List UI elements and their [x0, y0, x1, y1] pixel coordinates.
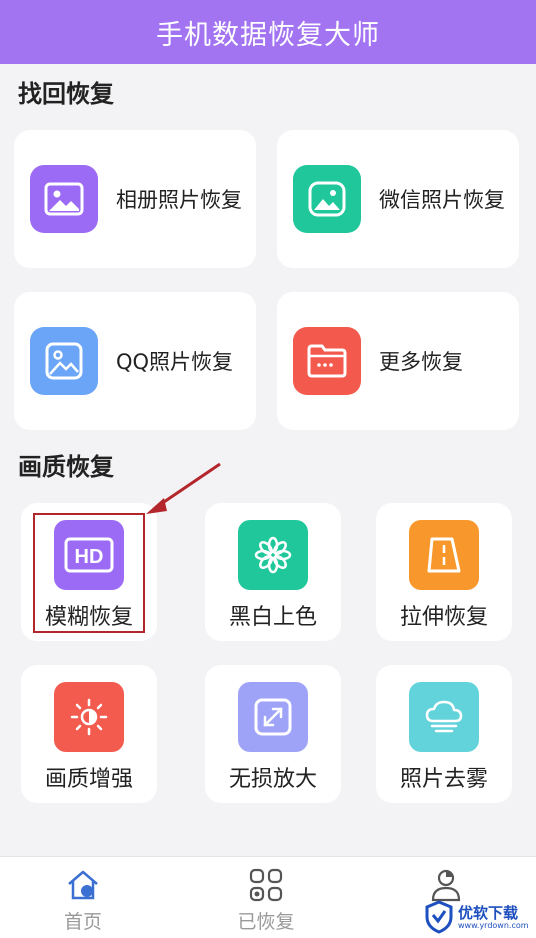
brightness-icon: [54, 682, 124, 752]
nav-home[interactable]: 首页: [13, 857, 153, 938]
card-label: 照片去雾: [399, 767, 488, 792]
wechat-photo-recover-card[interactable]: 微信照片恢复: [277, 130, 519, 268]
watermark-logo: 优软下载 www.yrdown.com: [424, 896, 536, 938]
album-photo-icon: [30, 165, 98, 233]
nav-recovered[interactable]: 已恢复: [196, 857, 336, 938]
expand-icon: [238, 682, 308, 752]
watermark-text: 优软下载: [458, 903, 519, 922]
card-label: 相册照片恢复: [116, 188, 242, 212]
wechat-photo-icon: [293, 165, 361, 233]
flower-icon: [238, 520, 308, 590]
lossless-enlarge-card[interactable]: 无损放大: [205, 665, 341, 803]
annotation-arrow: [146, 462, 221, 514]
watermark-url: www.yrdown.com: [458, 920, 529, 930]
stretch-recover-card[interactable]: 拉伸恢复: [376, 503, 512, 641]
app-title: 手机数据恢复大师: [156, 19, 380, 51]
card-label: QQ照片恢复: [116, 350, 234, 374]
more-recover-card[interactable]: 更多恢复: [277, 292, 519, 430]
qq-photo-recover-card[interactable]: QQ照片恢复: [14, 292, 256, 430]
stretch-icon: [409, 520, 479, 590]
colorize-card[interactable]: 黑白上色: [205, 503, 341, 641]
qq-photo-icon: [30, 327, 98, 395]
album-photo-recover-card[interactable]: 相册照片恢复: [14, 130, 256, 268]
nav-label: 已恢复: [237, 911, 295, 933]
folder-icon: [293, 327, 361, 395]
home-icon: [68, 870, 98, 900]
grid-icon: [249, 868, 283, 902]
card-label: 更多恢复: [379, 350, 463, 374]
cloud-icon: [409, 682, 479, 752]
card-label: 无损放大: [228, 767, 317, 792]
highlight-box: [33, 513, 145, 633]
nav-label: 首页: [63, 911, 102, 933]
card-label: 画质增强: [44, 767, 133, 792]
card-label: 黑白上色: [228, 605, 317, 630]
shield-icon: [425, 900, 453, 934]
section-title-quality: 画质恢复: [18, 453, 114, 481]
quality-enhance-card[interactable]: 画质增强: [21, 665, 157, 803]
card-label: 微信照片恢复: [379, 188, 505, 212]
photo-defog-card[interactable]: 照片去雾: [376, 665, 512, 803]
section-title-recover: 找回恢复: [18, 80, 114, 108]
app-header: 手机数据恢复大师: [0, 0, 536, 64]
card-label: 拉伸恢复: [399, 605, 488, 630]
